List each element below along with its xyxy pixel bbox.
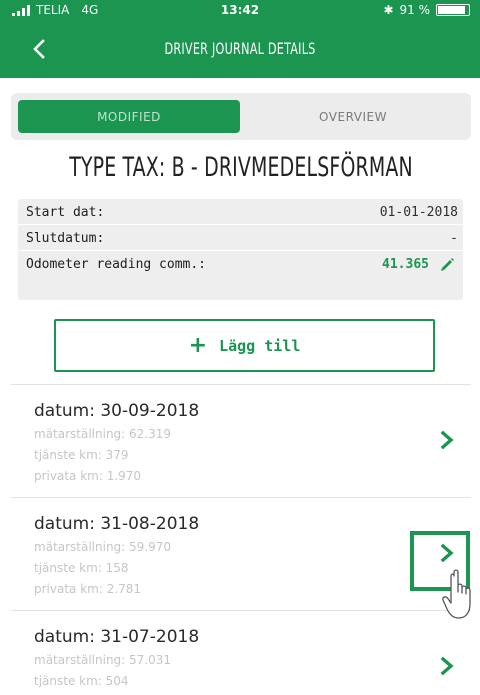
page-title: DRIVER JOURNAL DETAILS (164, 39, 316, 58)
chevron-right-icon[interactable] (437, 655, 457, 677)
journal-item-private-km: privata km: 1.970 (34, 469, 142, 483)
status-bar: TELIA 4G 13:42 ✱ 91 % (0, 0, 480, 21)
back-button[interactable] (28, 37, 52, 61)
segmented-control: MODIFIED OVERVIEW (11, 93, 471, 140)
journal-item-date: datum: 31-08-2018 (34, 514, 200, 534)
journal-item-date: datum: 30-09-2018 (34, 401, 200, 421)
journal-item-0[interactable]: datum: 30-09-2018 mätarställning: 62.319… (11, 384, 471, 497)
journal-item-date: datum: 31-07-2018 (34, 627, 200, 647)
bluetooth-icon: ✱ (383, 3, 394, 17)
journal-item-odometer: mätarställning: 59.970 (34, 540, 172, 554)
info-row-start: Start dat: 01-01-2018 (18, 199, 463, 224)
status-right: ✱ 91 % (383, 3, 470, 17)
odometer-label: Odometer reading comm.: (26, 257, 207, 272)
journal-item-business-km: tjänste km: 379 (34, 448, 129, 462)
end-date-value: - (450, 231, 458, 246)
chevron-left-icon (33, 39, 45, 59)
phone-screen: TELIA 4G 13:42 ✱ 91 % DRIVER JOURNAL DET… (0, 0, 480, 695)
chevron-right-icon[interactable] (437, 429, 457, 451)
start-date-label: Start dat: (26, 205, 105, 220)
tax-type-title: TYPE TAX: B - DRIVMEDELSFÖRMAN (69, 152, 413, 183)
add-entry-label: Lägg till (219, 336, 301, 355)
plus-icon: + (188, 332, 208, 358)
journal-item-private-km: privata km: 2.781 (34, 582, 142, 596)
battery-icon (436, 4, 470, 16)
app-header: DRIVER JOURNAL DETAILS (0, 21, 480, 78)
add-entry-button[interactable]: + Lägg till (54, 319, 435, 372)
journal-item-odometer: mätarställning: 57.031 (34, 653, 172, 667)
start-date-value: 01-01-2018 (379, 205, 458, 220)
main-content: MODIFIED OVERVIEW TYPE TAX: B - DRIVMEDE… (11, 78, 471, 695)
journal-item-1[interactable]: datum: 31-08-2018 mätarställning: 59.970… (11, 497, 471, 610)
journal-list: datum: 30-09-2018 mätarställning: 62.319… (11, 384, 471, 695)
info-row-odometer: Odometer reading comm.: 41.365 (18, 250, 463, 300)
battery-percent: 91 % (399, 3, 431, 17)
info-row-end: Slutdatum: - (18, 224, 463, 250)
pencil-icon[interactable] (439, 257, 455, 273)
journal-item-2[interactable]: datum: 31-07-2018 mätarställning: 57.031… (11, 610, 471, 695)
journal-item-business-km: tjänste km: 504 (34, 674, 129, 688)
hand-pointer-icon (442, 569, 471, 619)
odometer-value: 41.365 (382, 257, 429, 272)
info-table: Start dat: 01-01-2018 Slutdatum: - Odome… (18, 199, 463, 300)
journal-item-business-km: tjänste km: 158 (34, 561, 129, 575)
tab-modified[interactable]: MODIFIED (18, 100, 240, 133)
tab-overview[interactable]: OVERVIEW (242, 100, 464, 133)
odometer-value-group: 41.365 (382, 256, 455, 274)
journal-item-odometer: mätarställning: 62.319 (34, 427, 172, 441)
end-date-label: Slutdatum: (26, 231, 105, 246)
battery-fill (438, 6, 466, 14)
